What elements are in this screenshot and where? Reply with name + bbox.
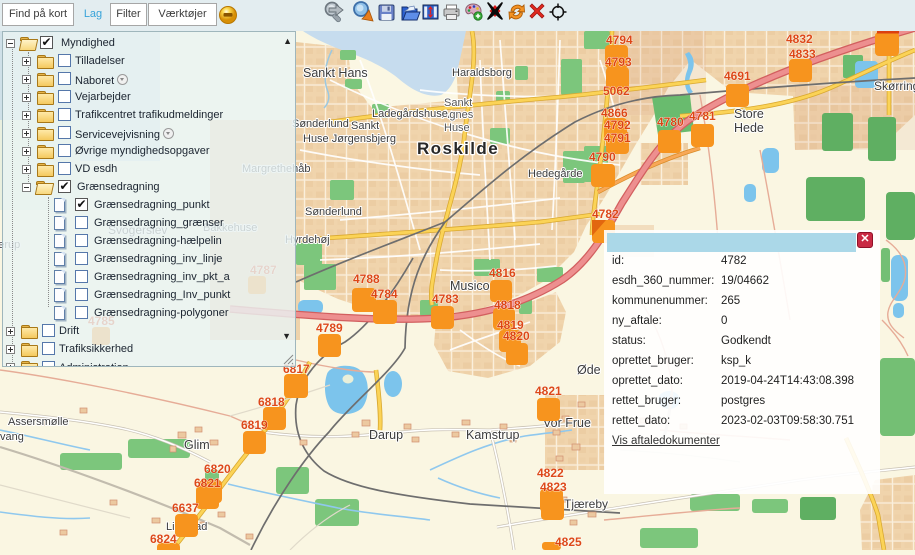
- svg-text:4784: 4784: [371, 287, 398, 301]
- svg-text:4818: 4818: [494, 298, 521, 312]
- svg-text:6824: 6824: [150, 532, 177, 546]
- svg-text:Store: Store: [734, 107, 764, 121]
- svg-text:4820: 4820: [503, 329, 530, 343]
- svg-text:4793: 4793: [605, 55, 632, 69]
- svg-text:Øde: Øde: [577, 363, 601, 377]
- svg-text:4789: 4789: [316, 321, 343, 335]
- svg-text:4821: 4821: [535, 384, 562, 398]
- svg-text:Tjæreby: Tjæreby: [564, 497, 608, 511]
- svg-text:4780: 4780: [657, 115, 684, 129]
- svg-text:Ladegårdshuse: Ladegårdshuse: [372, 108, 448, 120]
- svg-text:Haraldsborg: Haraldsborg: [452, 67, 512, 79]
- svg-text:4790: 4790: [589, 150, 616, 164]
- svg-text:4788: 4788: [353, 272, 380, 286]
- svg-text:6637: 6637: [172, 501, 199, 515]
- svg-text:Hedegårde: Hedegårde: [528, 168, 582, 180]
- svg-text:Hede: Hede: [734, 121, 764, 135]
- svg-text:Skørringe: Skørringe: [874, 79, 915, 93]
- svg-text:vang: vang: [0, 431, 24, 443]
- svg-text:4794: 4794: [606, 33, 633, 47]
- svg-text:4832: 4832: [786, 32, 813, 46]
- svg-text:4691: 4691: [724, 69, 751, 83]
- svg-text:6819: 6819: [241, 418, 268, 432]
- svg-text:Glim: Glim: [184, 438, 210, 452]
- svg-text:Sønderlund: Sønderlund: [305, 206, 362, 218]
- svg-text:4823: 4823: [540, 480, 567, 494]
- svg-text:Sankt Hans: Sankt Hans: [303, 66, 368, 80]
- svg-text:Kamstrup: Kamstrup: [466, 428, 520, 442]
- svg-text:4816: 4816: [489, 266, 516, 280]
- svg-text:Assersmølle: Assersmølle: [8, 416, 69, 428]
- svg-text:Darup: Darup: [369, 428, 403, 442]
- svg-text:Sankt: Sankt: [351, 120, 379, 132]
- svg-text:Sankt: Sankt: [444, 97, 472, 109]
- svg-text:Roskilde: Roskilde: [417, 139, 499, 158]
- svg-text:4783: 4783: [432, 292, 459, 306]
- svg-text:4822: 4822: [537, 466, 564, 480]
- svg-text:Huse Jørgensbjerg: Huse Jørgensbjerg: [303, 133, 396, 145]
- svg-text:4791: 4791: [604, 131, 631, 145]
- svg-text:Huse: Huse: [444, 122, 470, 134]
- svg-text:Musicon: Musicon: [450, 279, 497, 293]
- svg-text:4792: 4792: [604, 118, 631, 132]
- svg-text:4825: 4825: [555, 535, 582, 549]
- svg-text:4833: 4833: [789, 47, 816, 61]
- svg-text:6818: 6818: [258, 395, 285, 409]
- svg-text:6820: 6820: [204, 462, 231, 476]
- svg-text:4782: 4782: [592, 207, 619, 221]
- svg-text:Sønderlund: Sønderlund: [292, 118, 349, 130]
- svg-text:5062: 5062: [603, 84, 630, 98]
- svg-text:6821: 6821: [194, 476, 221, 490]
- svg-text:4781: 4781: [689, 109, 716, 123]
